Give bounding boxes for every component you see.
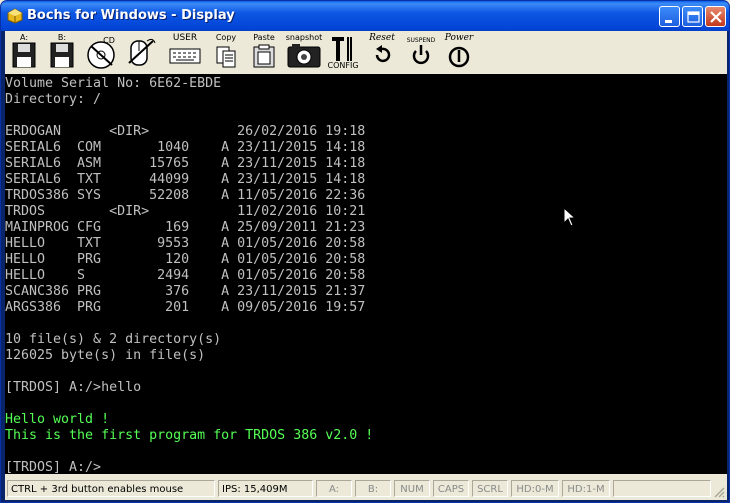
mouse-pointer-icon (563, 207, 575, 227)
suspend-button[interactable]: SUSPEND (403, 33, 439, 71)
user-button[interactable]: USER (167, 33, 203, 71)
snapshot-button[interactable]: snapshot (285, 33, 323, 71)
config-label: CONFIG (327, 61, 359, 70)
status-hint: CTRL + 3rd button enables mouse (7, 480, 215, 497)
maximize-button[interactable] (682, 6, 703, 27)
console-line: TRDOS <DIR> 11/02/2016 10:21 (5, 204, 366, 219)
floppy-a-label: A: (19, 33, 29, 42)
cdrom-button[interactable]: CD (85, 33, 117, 71)
mouse-disabled-icon (128, 38, 156, 66)
power-label: Power (444, 33, 474, 43)
floppy-a-button[interactable]: A: (9, 33, 39, 71)
toolbar: A: B: CD USER Copy Paste snapshot CONFIG… (5, 31, 727, 74)
console-line: SCANC386 PRG 376 A 23/11/2015 21:37 (5, 284, 366, 299)
console-line: SERIAL6 TXT 44099 A 23/11/2015 14:18 (5, 172, 366, 187)
power-button[interactable]: Power (441, 33, 477, 71)
emulator-display[interactable]: Volume Serial No: 6E62-EBDE Directory: / E… (5, 74, 727, 474)
status-num-lock: NUM (394, 480, 430, 497)
config-button[interactable]: CONFIG (327, 33, 359, 71)
window-client-area: A: B: CD USER Copy Paste snapshot CONFIG… (5, 31, 727, 500)
reset-label: Reset (369, 33, 395, 43)
console-line: 126025 byte(s) in file(s) (5, 348, 206, 363)
console-line: Directory: / (5, 92, 102, 107)
status-hd1: HD:1-M (562, 480, 610, 497)
title-bar[interactable]: Bochs for Windows - Display (1, 1, 729, 31)
close-button[interactable] (705, 6, 726, 27)
paste-button[interactable]: Paste (249, 33, 279, 71)
maximize-icon (687, 11, 700, 23)
suspend-label: SUSPEND (406, 37, 436, 44)
console-line: Hello world ! (5, 412, 110, 427)
resize-grip-icon[interactable] (713, 486, 725, 498)
console-line: [TRDOS] A:/> (5, 460, 102, 474)
copy-label: Copy (215, 33, 237, 42)
bochs-window: Bochs for Windows - Display A: B: CD USE… (0, 0, 730, 503)
console-line: [TRDOS] A:/>hello (5, 380, 142, 395)
floppy-b-button[interactable]: B: (47, 33, 77, 71)
reset-button[interactable]: Reset (365, 33, 399, 71)
console-line: TRDOS386 SYS 52208 A 11/05/2016 22:36 (5, 188, 366, 203)
console-line: ERDOGAN <DIR> 26/02/2016 19:18 (5, 124, 366, 139)
minimize-icon (665, 20, 672, 23)
console-line: SERIAL6 COM 1040 A 23/11/2015 14:18 (5, 140, 366, 155)
console-line: 10 file(s) & 2 directory(s) (5, 332, 222, 347)
console-line: HELLO S 2494 A 01/05/2016 20:58 (5, 268, 366, 283)
floppy-b-label: B: (57, 33, 67, 42)
status-bar: CTRL + 3rd button enables mouse IPS: 15,… (5, 477, 727, 500)
close-icon (710, 11, 722, 23)
console-line: HELLO TXT 9553 A 01/05/2016 20:58 (5, 236, 366, 251)
status-extra (613, 480, 711, 497)
console-line: Volume Serial No: 6E62-EBDE (5, 76, 222, 91)
mouse-capture-button[interactable] (123, 33, 157, 71)
status-floppy-b: B: (355, 480, 391, 497)
cdrom-label: CD (103, 36, 115, 45)
copy-button[interactable]: Copy (211, 33, 241, 71)
console-line: HELLO PRG 120 A 01/05/2016 20:58 (5, 252, 366, 267)
status-scroll-lock: SCRL (472, 480, 508, 497)
status-ips: IPS: 15,409M (218, 480, 313, 497)
user-label: USER (172, 33, 198, 43)
console-line: This is the first program for TRDOS 386 … (5, 428, 374, 443)
snapshot-label: snapshot (285, 33, 323, 42)
status-hd0: HD:0-M (511, 480, 559, 497)
bochs-app-icon[interactable] (7, 8, 23, 24)
console-line: ARGS386 PRG 201 A 09/05/2016 19:57 (5, 300, 366, 315)
console-line: SERIAL6 ASM 15765 A 23/11/2015 14:18 (5, 156, 366, 171)
window-title: Bochs for Windows - Display (27, 8, 235, 23)
minimize-button[interactable] (659, 6, 680, 27)
status-floppy-a: A: (316, 480, 352, 497)
console-line: MAINPROG CFG 169 A 25/09/2011 21:23 (5, 220, 366, 235)
paste-label: Paste (253, 33, 275, 42)
status-caps-lock: CAPS (433, 480, 469, 497)
